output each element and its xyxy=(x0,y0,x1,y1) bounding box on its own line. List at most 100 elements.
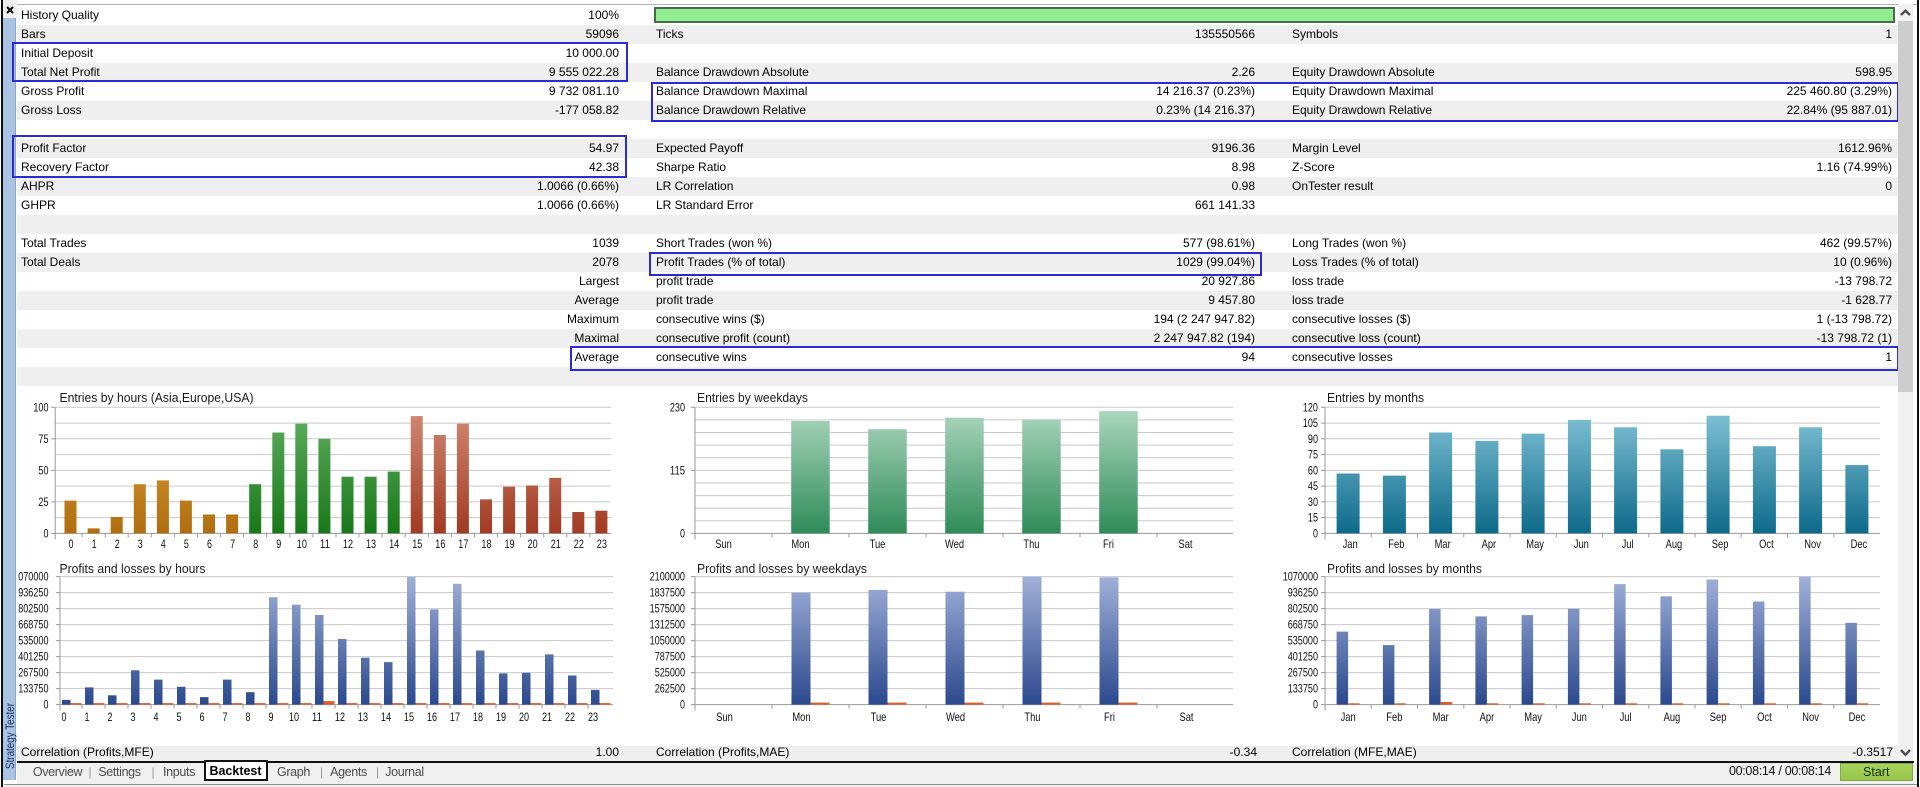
svg-text:21: 21 xyxy=(542,710,552,724)
svg-text:120: 120 xyxy=(1303,400,1318,414)
svg-text:Dec: Dec xyxy=(1849,710,1866,724)
svg-text:535000: 535000 xyxy=(18,634,49,648)
svg-text:3: 3 xyxy=(131,710,136,724)
svg-text:13: 13 xyxy=(358,710,368,724)
svg-text:45: 45 xyxy=(1308,479,1318,493)
svg-text:Sun: Sun xyxy=(716,710,733,724)
svg-text:13: 13 xyxy=(366,537,376,551)
svg-text:070000: 070000 xyxy=(18,570,49,584)
svg-text:Wed: Wed xyxy=(945,537,964,551)
svg-text:Sun: Sun xyxy=(715,537,732,551)
svg-text:Thu: Thu xyxy=(1023,537,1039,551)
svg-text:Sep: Sep xyxy=(1710,710,1727,724)
svg-text:525000: 525000 xyxy=(655,666,686,680)
svg-text:Feb: Feb xyxy=(1388,537,1404,551)
svg-text:30: 30 xyxy=(1308,495,1318,509)
svg-text:May: May xyxy=(1526,537,1544,551)
svg-text:0: 0 xyxy=(62,710,67,724)
svg-text:802500: 802500 xyxy=(18,602,49,616)
svg-text:9: 9 xyxy=(276,537,281,551)
svg-text:14: 14 xyxy=(389,537,399,551)
svg-text:1312500: 1312500 xyxy=(650,618,686,632)
svg-text:Nov: Nov xyxy=(1802,710,1819,724)
svg-text:Mon: Mon xyxy=(792,710,810,724)
svg-text:0: 0 xyxy=(680,526,685,540)
svg-text:18: 18 xyxy=(473,710,483,724)
svg-text:Oct: Oct xyxy=(1757,710,1772,724)
svg-text:10: 10 xyxy=(297,537,307,551)
svg-text:4: 4 xyxy=(154,710,159,724)
svg-text:267500: 267500 xyxy=(18,666,49,680)
svg-text:22: 22 xyxy=(574,537,584,551)
svg-text:668750: 668750 xyxy=(18,618,49,632)
svg-text:0: 0 xyxy=(44,526,49,540)
svg-text:Apr: Apr xyxy=(1480,710,1495,724)
svg-text:5: 5 xyxy=(177,710,182,724)
svg-text:9: 9 xyxy=(269,710,274,724)
svg-text:15: 15 xyxy=(404,710,414,724)
svg-text:Thu: Thu xyxy=(1024,710,1040,724)
svg-text:Entries by weekdays: Entries by weekdays xyxy=(697,390,808,405)
svg-text:Dec: Dec xyxy=(1851,537,1868,551)
svg-text:Feb: Feb xyxy=(1386,710,1402,724)
svg-text:535000: 535000 xyxy=(1288,634,1319,648)
svg-text:936250: 936250 xyxy=(18,586,49,600)
svg-text:12: 12 xyxy=(335,710,345,724)
svg-text:Jun: Jun xyxy=(1574,537,1589,551)
svg-text:230: 230 xyxy=(670,400,685,414)
svg-text:20: 20 xyxy=(519,710,529,724)
svg-text:75: 75 xyxy=(38,432,48,446)
svg-text:4: 4 xyxy=(161,537,166,551)
svg-text:401250: 401250 xyxy=(1288,650,1319,664)
svg-text:1575000: 1575000 xyxy=(650,602,686,616)
svg-text:Mar: Mar xyxy=(1435,537,1451,551)
svg-text:Mon: Mon xyxy=(791,537,809,551)
svg-text:20: 20 xyxy=(528,537,538,551)
svg-text:802500: 802500 xyxy=(1288,602,1319,616)
svg-text:Entries by hours (Asia,Europe,: Entries by hours (Asia,Europe,USA) xyxy=(60,390,254,405)
svg-text:23: 23 xyxy=(588,710,598,724)
svg-text:5: 5 xyxy=(184,537,189,551)
svg-text:18: 18 xyxy=(481,537,491,551)
svg-text:Profits and losses by weekdays: Profits and losses by weekdays xyxy=(697,561,867,576)
svg-text:Apr: Apr xyxy=(1482,537,1497,551)
svg-text:Profits and losses by months: Profits and losses by months xyxy=(1327,561,1482,576)
svg-text:668750: 668750 xyxy=(1288,618,1319,632)
svg-text:7: 7 xyxy=(223,710,228,724)
svg-text:133750: 133750 xyxy=(1288,682,1319,696)
svg-text:Tue: Tue xyxy=(871,710,887,724)
svg-text:8: 8 xyxy=(246,710,251,724)
svg-text:19: 19 xyxy=(505,537,515,551)
svg-text:1070000: 1070000 xyxy=(1283,570,1319,584)
svg-text:1: 1 xyxy=(85,710,90,724)
svg-text:Wed: Wed xyxy=(946,710,965,724)
svg-text:Mar: Mar xyxy=(1433,710,1449,724)
svg-text:6: 6 xyxy=(200,710,205,724)
svg-text:1050000: 1050000 xyxy=(650,634,686,648)
svg-text:100: 100 xyxy=(33,400,48,414)
svg-text:Jun: Jun xyxy=(1572,710,1587,724)
svg-text:60: 60 xyxy=(1308,463,1318,477)
svg-text:75: 75 xyxy=(1308,448,1318,462)
svg-text:2: 2 xyxy=(108,710,113,724)
svg-text:6: 6 xyxy=(207,537,212,551)
svg-text:133750: 133750 xyxy=(18,682,49,696)
svg-text:0: 0 xyxy=(44,698,49,712)
svg-text:7: 7 xyxy=(230,537,235,551)
svg-text:14: 14 xyxy=(381,710,391,724)
svg-text:105: 105 xyxy=(1303,416,1318,430)
svg-text:Nov: Nov xyxy=(1804,537,1821,551)
svg-text:3: 3 xyxy=(138,537,143,551)
svg-text:16: 16 xyxy=(427,710,437,724)
svg-text:787500: 787500 xyxy=(655,650,686,664)
svg-text:Sep: Sep xyxy=(1712,537,1729,551)
svg-text:15: 15 xyxy=(1308,511,1318,525)
svg-text:90: 90 xyxy=(1308,432,1318,446)
svg-text:Sat: Sat xyxy=(1180,710,1195,724)
svg-text:2100000: 2100000 xyxy=(650,570,686,584)
svg-text:11: 11 xyxy=(312,710,322,724)
svg-text:50: 50 xyxy=(38,463,48,477)
svg-text:25: 25 xyxy=(38,495,48,509)
svg-text:17: 17 xyxy=(458,537,468,551)
svg-text:1837500: 1837500 xyxy=(650,586,686,600)
